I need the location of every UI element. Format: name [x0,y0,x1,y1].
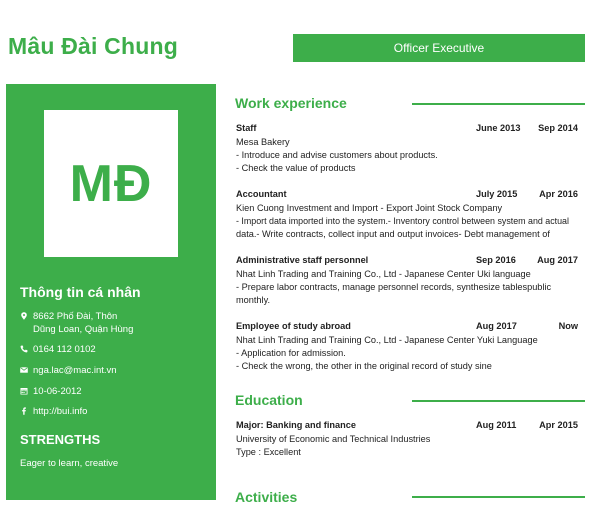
work-experience-heading: Work experience [235,95,347,111]
entry-start-date: July 2015 [476,189,518,199]
entry-end-date: Aug 2017 [537,255,578,265]
candidate-name: Mâu Đài Chung [8,33,178,59]
entry-description-line: - Prepare labor contracts, manage person… [236,282,552,292]
birthdate-row: 10-06-2012 [20,385,82,398]
envelope-icon [20,364,33,377]
job-title: Officer Executive [393,41,485,55]
facebook-icon [20,405,33,418]
entry-role: Administrative staff personnel [236,255,369,265]
entry-description-line: Type : Excellent [236,447,301,457]
email-row: nga.lac@mac.int.vn [20,364,117,377]
address-line-2: Dũng Loan, Quận Hùng [33,324,134,335]
education-divider [412,400,585,402]
job-title-bar: Officer Executive [293,34,585,62]
entry-school: University of Economic and Technical Ind… [236,434,431,444]
strengths-heading: STRENGTHS [20,432,101,447]
entry-role: Staff [236,123,257,133]
entry-company: Nhat Linh Trading and Training Co., Ltd … [236,335,538,345]
education-heading: Education [235,392,303,408]
strengths-text: Eager to learn, creative [20,458,119,469]
entry-start-date: June 2013 [476,123,521,133]
work-entry: Staff June 2013 Sep 2014 Mesa Bakery - I… [236,122,582,175]
entry-role: Accountant [236,189,287,199]
birthdate: 10-06-2012 [33,386,82,397]
phone-number: 0164 112 0102 [33,344,96,355]
entry-role: Major: Banking and finance [236,420,356,430]
address-line-1: 8662 Phố Đài, Thôn [33,311,118,322]
entry-description-line: monthly. [236,295,271,305]
education-entry: Major: Banking and finance Aug 2011 Apr … [236,419,582,459]
entry-start-date: Aug 2011 [476,420,517,430]
work-entry: Accountant July 2015 Apr 2016 Kien Cuong… [236,188,582,241]
calendar-icon [20,385,33,398]
phone-icon [20,343,33,356]
work-experience-divider [412,103,585,105]
entry-description-line: - Check the wrong, the other in the orig… [236,361,492,371]
entry-end-date: Now [558,321,578,331]
work-entry: Employee of study abroad Aug 2017 Now Nh… [236,320,582,373]
entry-end-date: Sep 2014 [538,123,578,133]
entry-company: Kien Cuong Investment and Import - Expor… [236,203,503,213]
personal-info-heading: Thông tin cá nhân [20,284,141,300]
entry-description-line: data.- Write contracts, collect input an… [236,229,550,239]
entry-start-date: Sep 2016 [476,255,516,265]
avatar-initials: MĐ [69,154,153,213]
phone-row: 0164 112 0102 [20,343,96,356]
entry-end-date: Apr 2016 [539,189,578,199]
entry-description-line: - Check the value of products [236,163,356,173]
activities-divider [412,496,585,498]
entry-start-date: Aug 2017 [476,321,517,331]
entry-description-line: - Application for admission. [236,348,346,358]
entry-description-line: - Introduce and advise customers about p… [236,150,438,160]
map-marker-icon [20,310,33,336]
sidebar: MĐ Thông tin cá nhân 8662 Phố Đài, Thôn … [6,84,216,500]
entry-end-date: Apr 2015 [539,420,578,430]
website-link[interactable]: http://bui.info [33,405,87,418]
email-address[interactable]: nga.lac@mac.int.vn [33,364,117,377]
avatar: MĐ [44,110,178,257]
address-row: 8662 Phố Đài, Thôn Dũng Loan, Quận Hùng [20,310,133,336]
entry-company: Mesa Bakery [236,137,290,147]
entry-description-line: - Import data imported into the system.-… [236,216,569,226]
work-entry: Administrative staff personnel Sep 2016 … [236,254,582,307]
entry-company: Nhat Linh Trading and Training Co., Ltd … [236,269,531,279]
activities-heading: Activities [235,489,298,505]
website-row: http://bui.info [20,405,87,418]
entry-role: Employee of study abroad [236,321,351,331]
